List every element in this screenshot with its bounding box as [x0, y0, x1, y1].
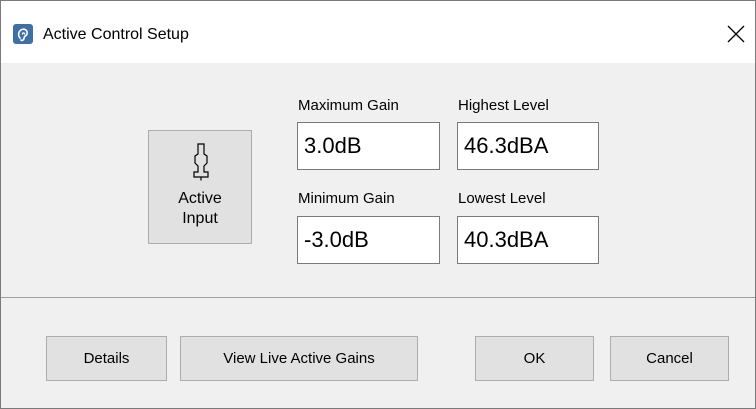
active-input-button[interactable]: Active Input	[148, 130, 252, 244]
active-input-label: Active Input	[178, 190, 222, 227]
details-button[interactable]: Details	[46, 336, 167, 381]
lowest-level-field[interactable]: 40.3dBA	[457, 216, 599, 264]
minimum-gain-field[interactable]: -3.0dB	[297, 216, 440, 264]
maximum-gain-field[interactable]: 3.0dB	[297, 122, 440, 170]
highest-level-field[interactable]: 46.3dBA	[457, 122, 599, 170]
cancel-button[interactable]: Cancel	[610, 336, 729, 381]
minimum-gain-label: Minimum Gain	[298, 190, 395, 207]
separator	[1, 297, 755, 298]
dialog-title: Active Control Setup	[43, 26, 189, 43]
view-live-active-gains-button[interactable]: View Live Active Gains	[180, 336, 418, 381]
active-control-setup-dialog: Active Control Setup Active Input Maximu…	[0, 0, 756, 409]
close-icon	[727, 25, 745, 43]
ok-button[interactable]: OK	[475, 336, 594, 381]
maximum-gain-label: Maximum Gain	[298, 97, 399, 114]
ear-app-icon	[13, 24, 33, 44]
plug-icon	[193, 143, 209, 181]
close-button[interactable]	[717, 15, 755, 53]
lowest-level-label: Lowest Level	[458, 190, 546, 207]
highest-level-label: Highest Level	[458, 97, 549, 114]
title-bar: Active Control Setup	[1, 1, 755, 63]
